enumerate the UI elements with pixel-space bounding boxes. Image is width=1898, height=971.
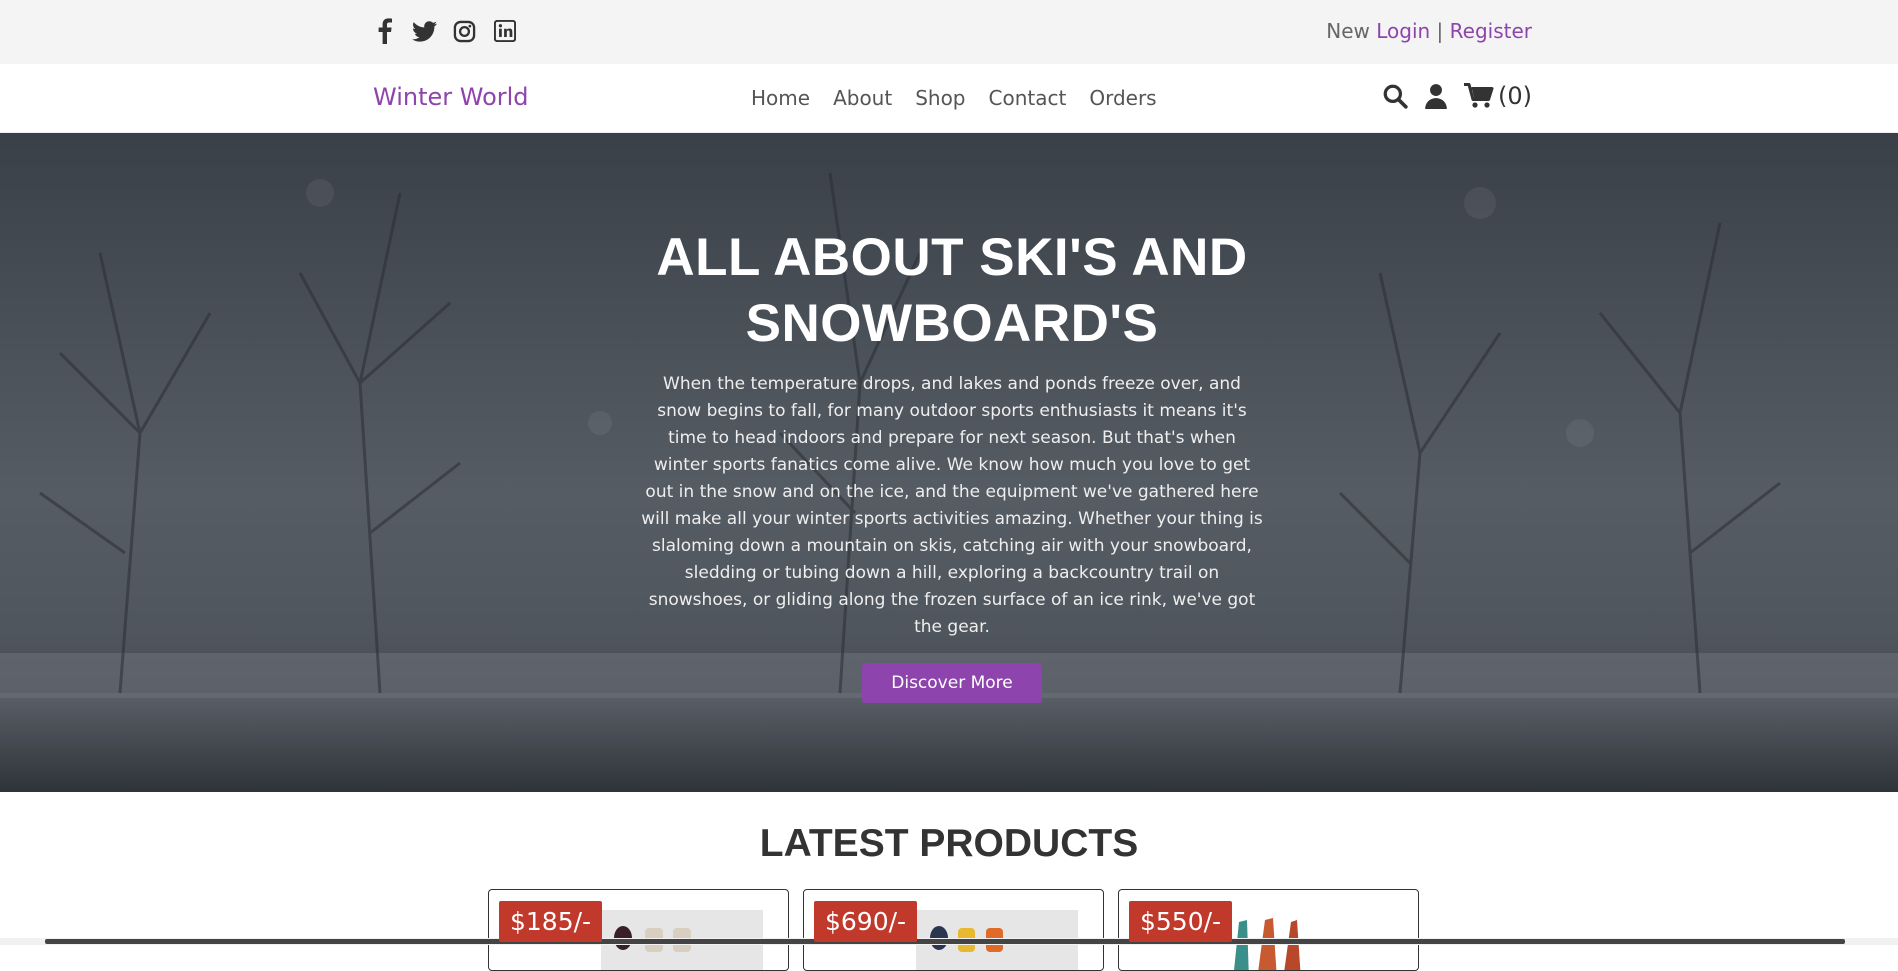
nav-about[interactable]: About bbox=[833, 86, 892, 110]
hero-title-line2: SNOWBOARD'S bbox=[745, 294, 1159, 353]
login-link[interactable]: Login bbox=[1376, 19, 1430, 43]
user-icon[interactable] bbox=[1424, 83, 1448, 109]
instagram-icon[interactable] bbox=[452, 18, 477, 44]
hero-content: ALL ABOUT SKI'S AND SNOWBOARD'S When the… bbox=[640, 225, 1264, 703]
facebook-icon[interactable] bbox=[372, 18, 397, 44]
top-bar: New Login | Register bbox=[0, 0, 1898, 64]
main-navbar: Winter World Home About Shop Contact Ord… bbox=[0, 64, 1898, 133]
horizontal-scrollbar[interactable] bbox=[0, 938, 1898, 945]
cart-button[interactable]: (0) bbox=[1464, 82, 1532, 110]
search-icon[interactable] bbox=[1382, 83, 1408, 109]
linkedin-icon[interactable] bbox=[492, 18, 517, 44]
latest-products-title: LATEST PRODUCTS bbox=[759, 822, 1139, 865]
hero-description: When the temperature drops, and lakes an… bbox=[641, 374, 1263, 637]
register-link[interactable]: Register bbox=[1450, 19, 1532, 43]
auth-links: New Login | Register bbox=[1326, 19, 1532, 43]
cart-count: (0) bbox=[1498, 82, 1532, 110]
nav-home[interactable]: Home bbox=[751, 86, 810, 110]
nav-icons: (0) bbox=[1382, 82, 1532, 110]
hero-section: ALL ABOUT SKI'S AND SNOWBOARD'S When the… bbox=[0, 133, 1898, 792]
cart-icon bbox=[1464, 83, 1494, 108]
price-badge: $185/- bbox=[499, 901, 603, 942]
twitter-icon[interactable] bbox=[412, 18, 437, 44]
main-menu: Home About Shop Contact Orders bbox=[751, 86, 1157, 110]
hero-title-line1: ALL ABOUT SKI'S AND bbox=[656, 228, 1248, 287]
discover-more-button[interactable]: Discover More bbox=[862, 663, 1042, 703]
nav-orders[interactable]: Orders bbox=[1089, 86, 1156, 110]
product-card[interactable]: $550/- bbox=[1118, 889, 1419, 971]
scrollbar-thumb[interactable] bbox=[45, 939, 1845, 944]
product-card[interactable]: $690/- bbox=[803, 889, 1104, 971]
nav-contact[interactable]: Contact bbox=[989, 86, 1067, 110]
social-links bbox=[372, 18, 517, 44]
nav-shop[interactable]: Shop bbox=[915, 86, 965, 110]
site-logo[interactable]: Winter World bbox=[373, 83, 529, 111]
product-card[interactable]: $185/- bbox=[488, 889, 789, 971]
hero-title: ALL ABOUT SKI'S AND SNOWBOARD'S bbox=[640, 225, 1264, 357]
auth-prefix: New bbox=[1326, 19, 1370, 43]
price-badge: $690/- bbox=[814, 901, 918, 942]
price-badge: $550/- bbox=[1129, 901, 1233, 942]
auth-separator: | bbox=[1436, 19, 1444, 43]
